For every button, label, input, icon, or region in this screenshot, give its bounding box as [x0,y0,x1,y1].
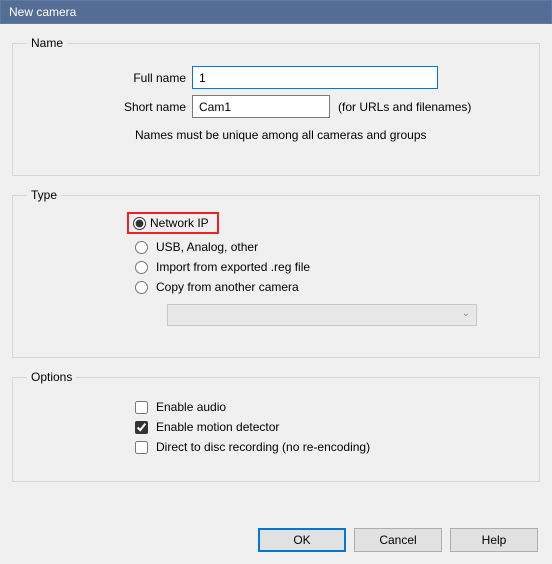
window-title: New camera [9,5,76,19]
check-enable-motion-label[interactable]: Enable motion detector [156,420,279,434]
radio-usb-analog[interactable] [135,241,148,254]
group-type: Type Network IP USB, Analog, other Impor… [12,188,540,358]
title-bar: New camera [0,0,552,24]
check-enable-audio[interactable] [135,401,148,414]
dialog-body: Name Full name Short name (for URLs and … [0,24,552,564]
full-name-label: Full name [27,71,192,85]
radio-copy-camera-label[interactable]: Copy from another camera [156,280,299,294]
group-options-legend: Options [27,370,76,384]
radio-import-reg[interactable] [135,261,148,274]
ok-button[interactable]: OK [258,528,346,552]
check-direct-disc[interactable] [135,441,148,454]
copy-source-combo: ⌄ [167,304,477,326]
radio-network-ip-label[interactable]: Network IP [150,216,209,230]
radio-usb-analog-label[interactable]: USB, Analog, other [156,240,258,254]
short-name-hint: (for URLs and filenames) [338,100,471,114]
check-direct-disc-label[interactable]: Direct to disc recording (no re-encoding… [156,440,370,454]
chevron-down-icon: ⌄ [462,308,470,319]
radio-import-reg-label[interactable]: Import from exported .reg file [156,260,310,274]
short-name-label: Short name [27,100,192,114]
button-row: OK Cancel Help [258,528,538,552]
short-name-input[interactable] [192,95,330,118]
group-options: Options Enable audio Enable motion detec… [12,370,540,482]
group-name-legend: Name [27,36,67,50]
full-name-input[interactable] [192,66,438,89]
uniqueness-note: Names must be unique among all cameras a… [135,128,525,142]
cancel-button[interactable]: Cancel [354,528,442,552]
row-short-name: Short name (for URLs and filenames) [27,95,525,118]
check-enable-audio-label[interactable]: Enable audio [156,400,226,414]
row-full-name: Full name [27,66,525,89]
group-type-legend: Type [27,188,61,202]
highlight-network-ip: Network IP [127,212,219,234]
check-enable-motion[interactable] [135,421,148,434]
radio-copy-camera[interactable] [135,281,148,294]
radio-network-ip[interactable] [133,217,146,230]
help-button[interactable]: Help [450,528,538,552]
group-name: Name Full name Short name (for URLs and … [12,36,540,176]
